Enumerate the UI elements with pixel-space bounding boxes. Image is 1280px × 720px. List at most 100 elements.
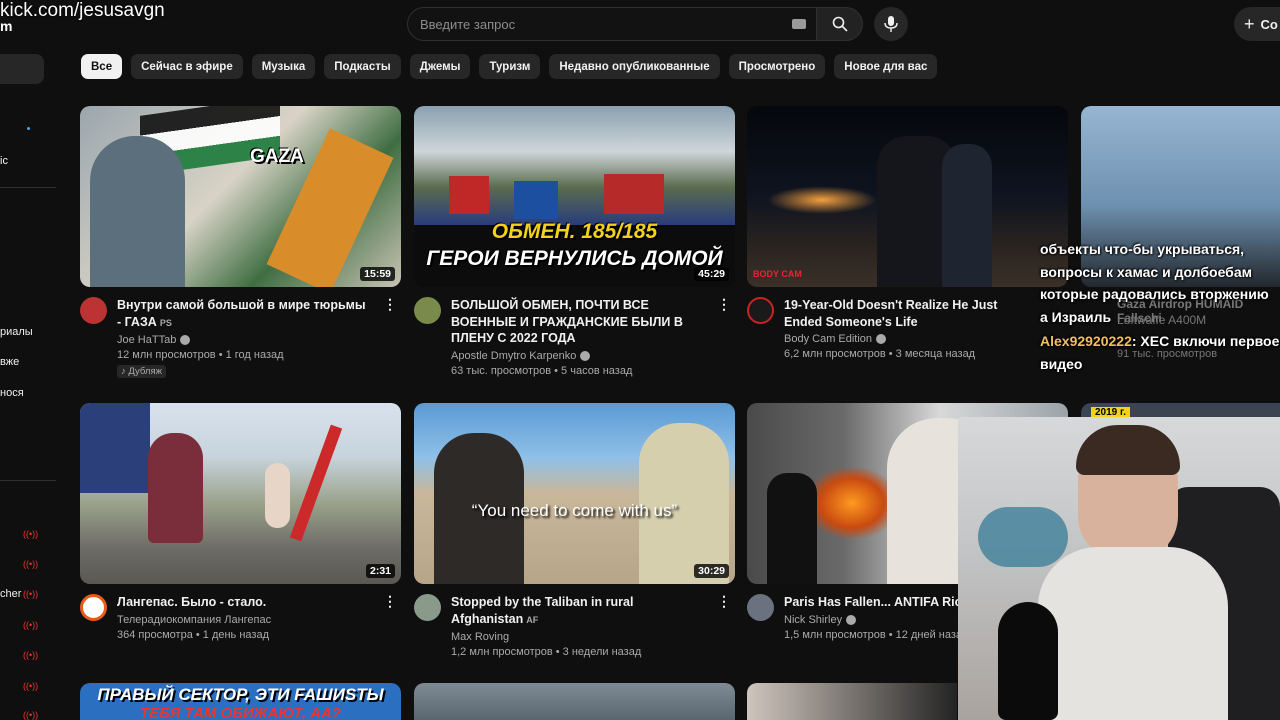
more-options-icon[interactable]: ⋮ — [717, 297, 731, 311]
channel-avatar[interactable] — [414, 594, 441, 621]
microphone-icon — [884, 16, 898, 32]
verified-icon — [180, 335, 191, 345]
create-button-label: Со — [1260, 16, 1278, 32]
live-icon: ((•)) — [23, 620, 39, 630]
chip-jams[interactable]: Джемы — [409, 54, 471, 79]
video-duration: 45:29 — [694, 267, 729, 281]
thumbnail-text: BODY CAM — [753, 269, 802, 279]
channel-name[interactable]: Max Roving — [451, 631, 701, 643]
video-stats: 12 млн просмотров • 1 год назад — [117, 349, 284, 361]
video-thumbnail[interactable]: GAZA 15:59 — [80, 106, 401, 287]
dub-badge: ♪ Дубляж — [117, 365, 166, 378]
video-stats: 63 тыс. просмотров • 5 часов назад — [451, 364, 633, 377]
live-icon: ((•)) — [23, 681, 39, 691]
microphone-graphic — [998, 602, 1058, 720]
video-thumbnail[interactable]: 2:31 — [80, 403, 401, 584]
flag-graphic — [604, 174, 664, 214]
verified-icon — [580, 350, 591, 361]
video-title[interactable]: Лангепас. Было - стало. — [117, 594, 367, 611]
verified-icon — [846, 614, 857, 625]
voice-search-button[interactable] — [874, 7, 908, 41]
keyboard-icon[interactable] — [792, 19, 806, 29]
flag-graphic — [514, 181, 558, 219]
video-thumbnail[interactable] — [414, 683, 735, 720]
chip-tourism[interactable]: Туризм — [479, 54, 541, 79]
search-button[interactable] — [817, 7, 863, 41]
video-title[interactable]: 19-Year-Old Doesn't Realize He Just Ende… — [784, 297, 1034, 330]
video-thumbnail[interactable]: “You need to come with us” 30:29 — [414, 403, 735, 584]
more-options-icon[interactable]: ⋮ — [717, 594, 731, 608]
sidebar: ic риалы вже нося cher ((•)) ((•)) ((•))… — [0, 0, 60, 720]
person-graphic — [942, 144, 992, 287]
search-field — [407, 7, 817, 41]
channel-name[interactable]: Body Cam Edition — [784, 333, 1034, 345]
video-stats: 364 просмотра • 1 день назад — [117, 628, 269, 641]
person-graphic — [90, 136, 185, 287]
chip-new-to-you[interactable]: Новое для вас — [834, 54, 938, 79]
channel-avatar[interactable] — [80, 594, 107, 621]
video-card[interactable]: GAZA 15:59 Внутри самой большой в мире т… — [80, 106, 401, 379]
video-card[interactable]: 2:31 Лангепас. Было - стало. Телерадиоко… — [80, 403, 401, 641]
child-graphic — [265, 463, 290, 528]
video-title-tag: AF — [526, 614, 539, 625]
channel-avatar[interactable] — [80, 297, 107, 324]
sidebar-item-label[interactable]: нося — [0, 387, 24, 399]
sidebar-item-label[interactable]: ic — [0, 155, 8, 167]
chip-live[interactable]: Сейчас в эфире — [131, 54, 243, 79]
chip-watched[interactable]: Просмотрено — [728, 54, 826, 79]
sidebar-divider — [0, 187, 56, 188]
more-options-icon[interactable]: ⋮ — [383, 297, 397, 311]
video-card[interactable]: “You need to come with us” 30:29 Stopped… — [414, 403, 735, 658]
video-thumbnail[interactable]: ОБМЕН. 185/185 ГЕРОИ ВЕРНУЛИСЬ ДОМОЙ 45:… — [414, 106, 735, 287]
sidebar-item-label[interactable]: риалы — [0, 326, 33, 338]
chip-recently-uploaded[interactable]: Недавно опубликованные — [549, 54, 720, 79]
chip-podcasts[interactable]: Подкасты — [324, 54, 401, 79]
live-icon: ((•)) — [23, 650, 39, 660]
stream-url-overlay: kick.com/jesusavgn — [0, 0, 165, 21]
thumbnail-text: ПРАВЫЙ СЕКТОР, ЭТИ FAШИSТЫ — [97, 685, 384, 704]
video-card[interactable]: BODY CAM 19-Year-Old Doesn't Realize He … — [747, 106, 1068, 360]
channel-name[interactable]: Apostle Dmytro Karpenko — [451, 350, 701, 362]
video-duration: 15:59 — [360, 267, 395, 281]
sidebar-item-label[interactable]: вже — [0, 356, 19, 368]
filter-chips: Все Сейчас в эфире Музыка Подкасты Джемы… — [81, 54, 938, 79]
chip-music[interactable]: Музыка — [251, 54, 316, 79]
video-title-tag: PS — [159, 317, 172, 328]
thumbnail-text: “You need to come with us” — [471, 501, 678, 520]
video-thumbnail[interactable] — [747, 683, 957, 720]
video-card[interactable]: ОБМЕН. 185/185 ГЕРОИ ВЕРНУЛИСЬ ДОМОЙ 45:… — [414, 106, 735, 377]
thumbnail-text: GAZA — [250, 146, 304, 167]
video-thumbnail[interactable]: BODY CAM — [747, 106, 1068, 287]
channel-avatar[interactable] — [747, 297, 774, 324]
sidebar-item-label[interactable]: cher — [0, 588, 21, 600]
video-duration: 30:29 — [694, 564, 729, 578]
video-title[interactable]: Stopped by the Taliban in rural Afghanis… — [451, 594, 701, 628]
channel-name[interactable]: Телерадиокомпания Лангепас — [117, 614, 367, 626]
channel-avatar[interactable] — [747, 594, 774, 621]
video-stats: 1,2 млн просмотров • 3 недели назад — [451, 646, 642, 658]
search-input[interactable] — [420, 16, 780, 32]
chat-message: объекты что-бы укрываться, вопросы к хам… — [1040, 241, 1269, 325]
channel-name[interactable]: Joe HaTTab — [117, 334, 367, 346]
video-title[interactable]: БОЛЬШОЙ ОБМЕН, ПОЧТИ ВСЕ ВОЕННЫЕ И ГРАЖД… — [451, 297, 701, 347]
sidebar-notification-dot — [27, 127, 30, 130]
live-icon: ((•)) — [23, 710, 39, 720]
person-graphic — [148, 433, 203, 543]
chip-all[interactable]: Все — [81, 54, 123, 79]
live-icon: ((•)) — [23, 529, 39, 539]
video-thumbnail[interactable]: ПРАВЫЙ СЕКТОР, ЭТИ FAШИSТЫ ТЕБЯ ТАМ ОБИЖ… — [80, 683, 401, 720]
chat-message: Alex92920222: ХЕС включи первое видео — [1040, 333, 1280, 372]
search-bar — [407, 7, 863, 41]
stream-url-overlay-sub: m — [0, 18, 13, 34]
streamer-webcam — [958, 417, 1280, 720]
create-button[interactable]: + Со — [1234, 7, 1280, 41]
chat-username: Alex92920222 — [1040, 333, 1132, 349]
channel-avatar[interactable] — [414, 297, 441, 324]
more-options-icon[interactable]: ⋮ — [383, 594, 397, 608]
search-icon — [832, 16, 848, 32]
video-stats: 6,2 млн просмотров • 3 месяца назад — [784, 348, 976, 360]
live-icon: ((•)) — [23, 559, 39, 569]
sidebar-item-home[interactable] — [0, 54, 44, 84]
video-title[interactable]: Внутри самой большой в мире тюрьмы - ГАЗ… — [117, 297, 367, 331]
thumbnail-text: ТЕБЯ ТАМ ОБИЖАЮТ, АА? — [139, 705, 342, 720]
